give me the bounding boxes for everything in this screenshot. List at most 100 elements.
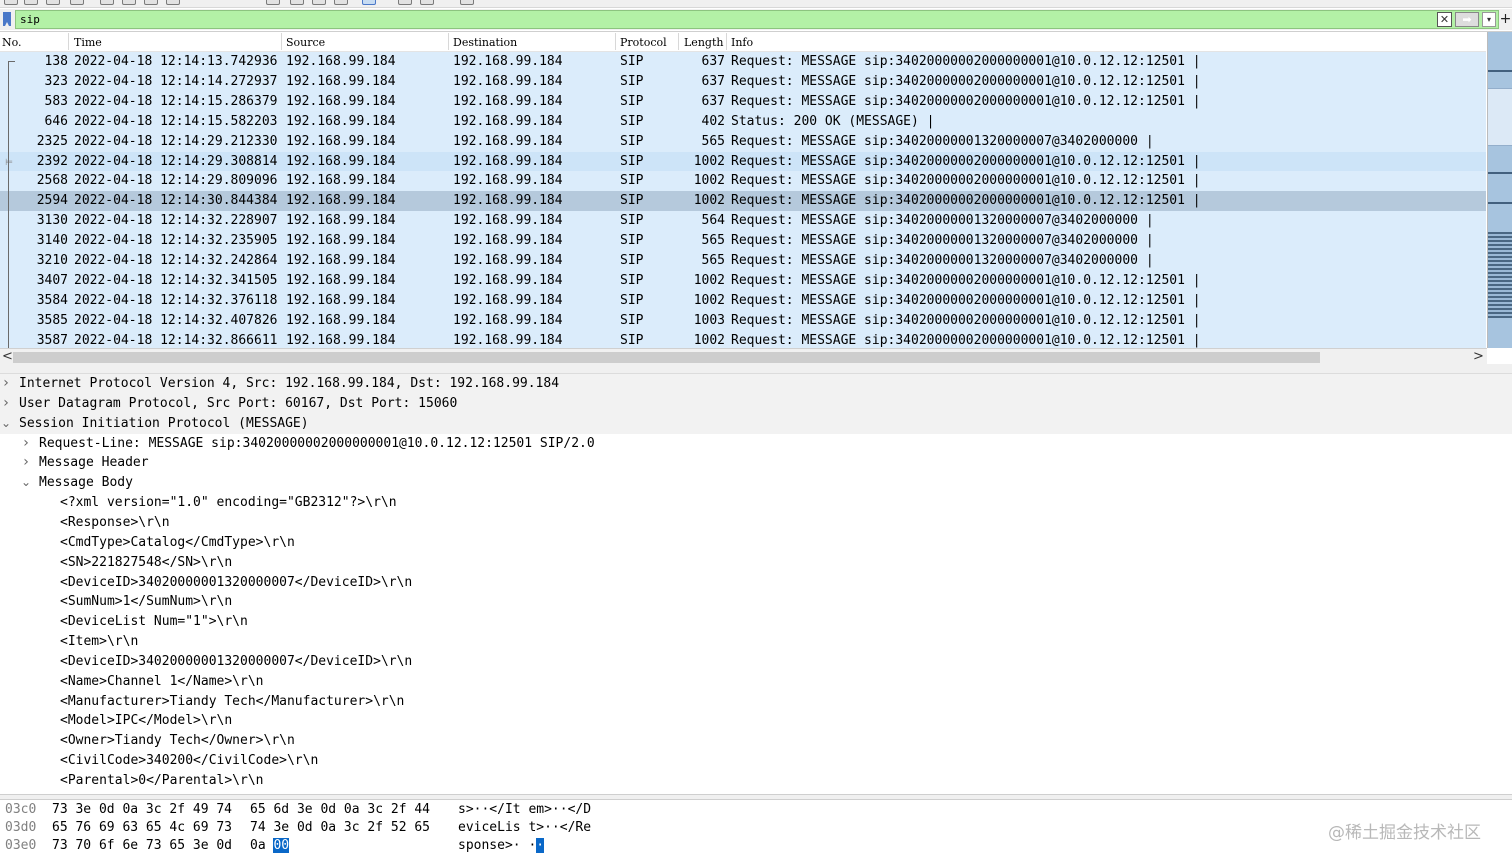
column-separator[interactable] bbox=[68, 33, 69, 50]
detail-tree-item[interactable]: <?xml version="1.0" encoding="GB2312"?>\… bbox=[0, 493, 1512, 513]
packet-info: Request: MESSAGE sip:3402000000132000000… bbox=[731, 213, 1154, 229]
expanded-chevron-icon[interactable]: ⌄ bbox=[0, 414, 12, 432]
colorize-icon[interactable] bbox=[266, 0, 280, 5]
packet-row[interactable]: 3584 2022-04-18 12:14:32.376118 192.168.99… bbox=[0, 290, 1486, 311]
horizontal-scroll-thumb[interactable] bbox=[13, 352, 1320, 363]
packet-row[interactable]: 3130 2022-04-18 12:14:32.228907 192.168.99… bbox=[0, 211, 1486, 232]
auto-scroll-icon[interactable] bbox=[290, 0, 304, 5]
close-file-icon[interactable] bbox=[46, 0, 60, 5]
packet-row[interactable]: 323 2022-04-18 12:14:14.272937 192.168.99.… bbox=[0, 71, 1486, 92]
selected-ascii-char[interactable]: · bbox=[536, 838, 545, 853]
packet-time: 2022-04-18 12:14:29.212330 bbox=[74, 133, 278, 149]
pane-splitter[interactable] bbox=[0, 364, 1512, 374]
column-header-destination[interactable]: Destination bbox=[453, 36, 517, 49]
column-header-no[interactable]: No. bbox=[2, 36, 22, 49]
detail-tree-item[interactable]: ⌄ Message Body bbox=[0, 473, 1512, 493]
column-separator[interactable] bbox=[281, 33, 282, 50]
packet-row[interactable]: 3210 2022-04-18 12:14:32.242864 192.168.99… bbox=[0, 251, 1486, 271]
column-separator[interactable] bbox=[448, 33, 449, 50]
detail-tree-item[interactable]: <DeviceID>34020000001320000007</DeviceID… bbox=[0, 573, 1512, 593]
detail-tree-item[interactable]: <Manufacturer>Tiandy Tech</Manufacturer>… bbox=[0, 692, 1512, 712]
go-forward-icon[interactable] bbox=[144, 0, 158, 5]
detail-tree-item[interactable]: › User Datagram Protocol, Src Port: 60167… bbox=[0, 393, 1512, 414]
column-header-info[interactable]: Info bbox=[731, 36, 753, 49]
detail-tree-item[interactable]: <CivilCode>340200</CivilCode>\r\n bbox=[0, 751, 1512, 771]
hex-offset: 03e0 bbox=[5, 838, 37, 853]
scroll-right-arrow-icon[interactable]: > bbox=[1473, 349, 1484, 364]
detail-tree-item[interactable]: <SN>221827548</SN>\r\n bbox=[0, 553, 1512, 573]
collapsed-chevron-icon[interactable]: › bbox=[0, 374, 12, 392]
packet-row[interactable]: 583 2022-04-18 12:14:15.286379 192.168.99.… bbox=[0, 91, 1486, 112]
filter-history-dropdown-icon[interactable]: ▾ bbox=[1482, 12, 1496, 27]
detail-tree-item[interactable]: <DeviceID>34020000001320000007</DeviceID… bbox=[0, 652, 1512, 672]
column-separator[interactable] bbox=[615, 33, 616, 50]
detail-tree-item[interactable]: ⌄ Session Initiation Protocol (MESSAGE) bbox=[0, 413, 1512, 434]
collapse-all-icon[interactable] bbox=[460, 0, 474, 5]
minimap-scroll-thumb[interactable] bbox=[1488, 88, 1512, 146]
packet-row[interactable]: 3140 2022-04-18 12:14:32.235905 192.168.99… bbox=[0, 231, 1486, 252]
packet-list-horizontal-scrollbar[interactable]: < > bbox=[0, 348, 1487, 365]
detail-tree-item[interactable]: › Request-Line: MESSAGE sip:3402000000200… bbox=[0, 434, 1512, 454]
detail-tree-item[interactable]: <Model>IPC</Model>\r\n bbox=[0, 711, 1512, 731]
zoom-out-icon[interactable] bbox=[334, 0, 348, 5]
packet-row[interactable]: 3407 2022-04-18 12:14:32.341505 192.168.99… bbox=[0, 270, 1486, 291]
hex-dump-row[interactable]: 03c0 73 3e 0d 0a 3c 2f 49 74 65 6d 3e 0d 0… bbox=[0, 801, 1512, 819]
display-filter-input[interactable] bbox=[15, 10, 1499, 29]
packet-length: 637 bbox=[701, 93, 725, 109]
detail-tree-item[interactable]: › Internet Protocol Version 4, Src: 192.1… bbox=[0, 374, 1512, 394]
packet-destination: 192.168.99.184 bbox=[453, 113, 563, 129]
packet-row[interactable]: 138 2022-04-18 12:14:13.742936 192.168.99.… bbox=[0, 52, 1486, 72]
column-header-length[interactable]: Length bbox=[684, 36, 723, 49]
column-header-time[interactable]: Time bbox=[74, 36, 102, 49]
apply-filter-arrow-icon[interactable]: ➡ bbox=[1455, 12, 1479, 27]
packet-list-pane: No. Time Source Destination Protocol Len… bbox=[0, 31, 1512, 365]
collapsed-chevron-icon[interactable]: › bbox=[20, 453, 32, 471]
packet-row[interactable]: 3585 2022-04-18 12:14:32.407826 192.168.99… bbox=[0, 310, 1486, 331]
hex-dump-row[interactable]: 03e0 73 70 6f 6e 73 65 3e 0d 0a 00 sponse>·… bbox=[0, 837, 1512, 855]
collapsed-chevron-icon[interactable]: › bbox=[0, 394, 12, 412]
filter-bookmark-icon[interactable] bbox=[3, 12, 11, 26]
detail-tree-item[interactable]: <Owner>Tiandy Tech</Owner>\r\n bbox=[0, 731, 1512, 751]
add-filter-button-icon[interactable]: + bbox=[1499, 10, 1512, 29]
expanded-chevron-icon[interactable]: ⌄ bbox=[20, 473, 32, 491]
find-packet-icon[interactable] bbox=[100, 0, 114, 5]
packet-list-minimap-scrollbar[interactable] bbox=[1487, 32, 1512, 348]
save-file-icon[interactable] bbox=[24, 0, 38, 5]
detail-tree-item[interactable]: <Response>\r\n bbox=[0, 513, 1512, 533]
detail-tree-item[interactable]: <Item>\r\n bbox=[0, 632, 1512, 652]
packet-source: 192.168.99.184 bbox=[286, 213, 396, 229]
detail-tree-item[interactable]: <Parental>0</Parental>\r\n bbox=[0, 771, 1512, 791]
packet-row[interactable]: 2325 2022-04-18 12:14:29.212330 192.168.99… bbox=[0, 131, 1486, 152]
zoom-in-icon[interactable] bbox=[312, 0, 326, 5]
resize-columns-icon[interactable] bbox=[398, 0, 412, 5]
normal-size-icon[interactable] bbox=[362, 0, 376, 5]
collapsed-chevron-icon[interactable]: › bbox=[20, 434, 32, 452]
column-separator[interactable] bbox=[726, 33, 727, 50]
detail-tree-item[interactable]: <Name>Channel 1</Name>\r\n bbox=[0, 672, 1512, 692]
detail-tree-text: Message Body bbox=[39, 475, 133, 491]
reload-icon[interactable] bbox=[70, 0, 84, 5]
selected-hex-byte[interactable]: 00 bbox=[273, 838, 290, 853]
packet-row[interactable]: 2392 2022-04-18 12:14:29.308814 192.168.99… bbox=[0, 151, 1486, 172]
hex-dump-row[interactable]: 03d0 65 76 69 63 65 4c 69 73 74 3e 0d 0a 3… bbox=[0, 819, 1512, 837]
go-to-packet-icon[interactable] bbox=[166, 0, 180, 5]
detail-tree-item[interactable]: <SumNum>1</SumNum>\r\n bbox=[0, 592, 1512, 612]
packet-row[interactable]: 2568 2022-04-18 12:14:29.809096 192.168.99… bbox=[0, 171, 1486, 192]
column-separator[interactable] bbox=[678, 33, 679, 50]
open-file-icon[interactable] bbox=[4, 0, 18, 5]
packet-source: 192.168.99.184 bbox=[286, 93, 396, 109]
detail-tree-item[interactable]: › Message Header bbox=[0, 453, 1512, 473]
expand-subtrees-icon[interactable] bbox=[420, 0, 434, 5]
packet-row[interactable]: 2594 2022-04-18 12:14:30.844384 192.168.99… bbox=[0, 191, 1486, 212]
packet-length: 402 bbox=[701, 113, 725, 129]
go-back-icon[interactable] bbox=[122, 0, 136, 5]
column-header-protocol[interactable]: Protocol bbox=[620, 36, 667, 49]
packet-info: Request: MESSAGE sip:3402000000200000000… bbox=[731, 173, 1201, 189]
column-header-source[interactable]: Source bbox=[286, 36, 325, 49]
detail-tree-item[interactable]: <DeviceList Num="1">\r\n bbox=[0, 612, 1512, 632]
scroll-left-arrow-icon[interactable]: < bbox=[2, 349, 13, 364]
packet-row[interactable]: 646 2022-04-18 12:14:15.582203 192.168.99.… bbox=[0, 111, 1486, 132]
packet-destination: 192.168.99.184 bbox=[453, 292, 563, 308]
detail-tree-item[interactable]: <CmdType>Catalog</CmdType>\r\n bbox=[0, 533, 1512, 553]
clear-filter-icon[interactable]: ✕ bbox=[1437, 12, 1452, 27]
